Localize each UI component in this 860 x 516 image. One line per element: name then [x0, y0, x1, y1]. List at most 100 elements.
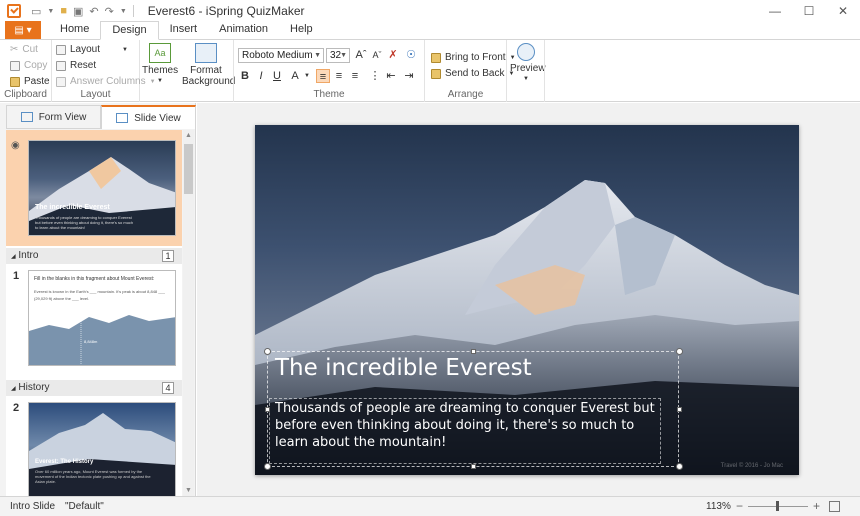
- scroll-down-icon[interactable]: ▼: [183, 485, 194, 496]
- redo-icon[interactable]: ↷: [105, 5, 114, 18]
- fit-to-window-icon[interactable]: [829, 501, 840, 512]
- section-intro[interactable]: ◢ Intro 1: [6, 248, 182, 264]
- view-tabs: Form View Slide View: [6, 105, 196, 129]
- section-history-count: 4: [162, 382, 174, 394]
- font-size-select[interactable]: 32 ▼: [326, 48, 350, 63]
- layout-group: Layout ▼ Reset Answer Columns ▼ Layout: [52, 40, 156, 102]
- tab-slide-view[interactable]: Slide View: [101, 105, 196, 129]
- align-right-icon[interactable]: ≡: [348, 69, 362, 83]
- slide-title[interactable]: The incredible Everest: [275, 355, 532, 381]
- tab-form-view[interactable]: Form View: [6, 105, 101, 129]
- chevron-down-icon: ▼: [340, 52, 347, 59]
- tab-design[interactable]: Design: [100, 21, 159, 40]
- italic-icon[interactable]: I: [254, 69, 268, 83]
- slide-list: ◉ The incredible Everest Thousands of pe…: [6, 130, 182, 496]
- ribbon-tabs: ▤ ▾ Home Design Insert Animation Help: [0, 21, 860, 40]
- dropdown-arrow-icon[interactable]: ▼: [47, 8, 54, 15]
- new-file-icon[interactable]: ▭: [31, 5, 41, 18]
- tab-home[interactable]: Home: [49, 21, 100, 39]
- slide-body-text[interactable]: Thousands of people are dreaming to conq…: [275, 400, 655, 451]
- minimize-icon[interactable]: —: [758, 0, 792, 22]
- resize-handle[interactable]: [677, 407, 682, 412]
- send-to-back-icon: [431, 68, 441, 79]
- layout-group-label: Layout: [80, 89, 111, 100]
- align-left-icon[interactable]: ≡: [316, 69, 330, 83]
- themes-divider: [141, 40, 234, 102]
- tab-animation[interactable]: Animation: [208, 21, 279, 39]
- slide-number: 1: [13, 270, 20, 282]
- window-title: Everest6 - iSpring QuizMaker: [147, 4, 305, 18]
- form-view-icon: [20, 112, 33, 122]
- slide-thumbnail-intro[interactable]: ◉ The incredible Everest Thousands of pe…: [6, 130, 182, 246]
- zoom-in-icon[interactable]: +: [813, 499, 820, 513]
- align-center-icon[interactable]: ≡: [332, 69, 346, 83]
- resize-handle[interactable]: [471, 349, 476, 354]
- chevron-down-icon: ▼: [122, 46, 128, 53]
- bold-icon[interactable]: B: [238, 69, 252, 83]
- increase-font-icon[interactable]: Aˆ: [354, 48, 368, 62]
- resize-handle[interactable]: [264, 348, 271, 355]
- bring-to-front-button[interactable]: Bring to Front ▼: [431, 52, 516, 63]
- file-menu-button[interactable]: ▤ ▾: [5, 21, 41, 39]
- decrease-font-icon[interactable]: Aˇ: [370, 48, 384, 62]
- scissors-icon: ✂: [10, 44, 19, 55]
- slide-thumbnail-2[interactable]: 2 Everest: The History Over 60 million y…: [6, 398, 182, 496]
- chevron-down-icon[interactable]: ▼: [300, 69, 314, 83]
- thumb-slide-text: Thousands of people are dreaming to conq…: [35, 215, 134, 230]
- tab-help[interactable]: Help: [279, 21, 324, 39]
- section-intro-label: ◢ Intro: [11, 250, 39, 261]
- thumb-slide-text: Over 60 million years ago, Mount Everest…: [35, 469, 151, 484]
- columns-icon: [56, 76, 66, 87]
- tab-insert[interactable]: Insert: [159, 21, 209, 39]
- title-bar: ▭ ▼ ■ ▣ ↶ ↷ ▼ Everest6 - iSpring QuizMak…: [0, 0, 860, 22]
- image-copyright: Travel © 2016 - Jo Mac: [720, 463, 783, 469]
- zoom-slider-handle[interactable]: [776, 501, 779, 511]
- resize-handle[interactable]: [676, 348, 683, 355]
- underline-icon[interactable]: U: [270, 69, 284, 83]
- send-to-back-button[interactable]: Send to Back ▼: [431, 68, 514, 79]
- resize-handle[interactable]: [265, 407, 270, 412]
- zoom-out-icon[interactable]: −: [736, 499, 743, 513]
- cut-button[interactable]: ✂ Cut: [10, 44, 38, 55]
- undo-icon[interactable]: ↶: [89, 5, 98, 18]
- section-intro-count: 1: [162, 250, 174, 262]
- increase-indent-icon[interactable]: ⇥: [402, 69, 416, 83]
- section-history[interactable]: ◢ History 4: [6, 380, 182, 396]
- eye-icon[interactable]: ◉: [11, 140, 20, 151]
- resize-handle[interactable]: [264, 463, 271, 470]
- bullet-list-icon[interactable]: ⋮: [368, 69, 382, 83]
- thumb-slide-title: Everest: The History: [35, 459, 94, 465]
- copy-button[interactable]: Copy: [10, 60, 47, 71]
- maximize-icon[interactable]: ☐: [792, 0, 826, 22]
- slide-editor[interactable]: The incredible Everest Thousands of peop…: [255, 125, 799, 475]
- scroll-up-icon[interactable]: ▲: [183, 130, 194, 141]
- chevron-down-icon: ◢: [11, 254, 16, 260]
- decrease-indent-icon[interactable]: ⇤: [384, 69, 398, 83]
- clear-formatting-icon[interactable]: ✗: [386, 48, 400, 62]
- chevron-down-icon: ◢: [11, 386, 16, 392]
- layout-icon: [56, 44, 66, 55]
- bring-to-front-icon: [431, 52, 441, 63]
- paste-icon: [10, 76, 20, 87]
- copy-icon: [10, 60, 20, 71]
- paste-button[interactable]: Paste: [10, 76, 50, 87]
- theme-group: Roboto Medium ▼ 32 ▼ Aˆ Aˇ ✗ ☉ B I U A ▼…: [234, 40, 425, 102]
- open-folder-icon[interactable]: ■: [60, 5, 67, 17]
- chart-image: [29, 315, 175, 365]
- reset-button[interactable]: Reset: [56, 60, 96, 71]
- close-icon[interactable]: ✕: [826, 0, 860, 22]
- customize-toolbar-icon[interactable]: ▼: [120, 8, 127, 15]
- resize-handle[interactable]: [471, 464, 476, 469]
- section-history-label: ◢ History: [11, 382, 50, 393]
- clipboard-group-label: Clipboard: [4, 89, 47, 100]
- slide-thumbnail-1[interactable]: 1 Fill in the blanks in this fragment ab…: [6, 266, 182, 378]
- scroll-thumb[interactable]: [184, 144, 193, 194]
- reset-icon: [56, 60, 66, 71]
- resize-handle[interactable]: [676, 463, 683, 470]
- thumb-chart-label: 8,848m: [84, 339, 98, 344]
- save-icon[interactable]: ▣: [73, 5, 83, 18]
- layout-button[interactable]: Layout ▼: [56, 44, 128, 55]
- text-effects-icon[interactable]: ☉: [404, 48, 418, 62]
- slide-list-scrollbar[interactable]: ▲ ▼: [183, 130, 194, 496]
- font-family-select[interactable]: Roboto Medium ▼: [238, 48, 324, 63]
